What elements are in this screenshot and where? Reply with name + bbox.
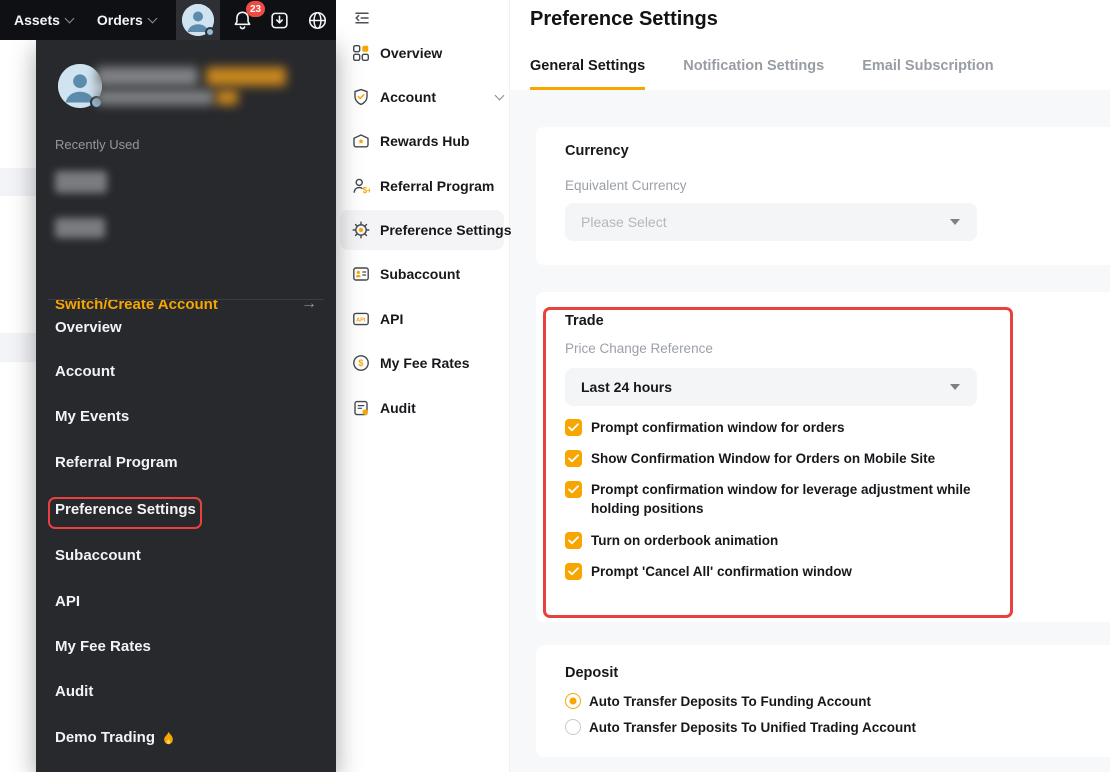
settings-tabs: General Settings Notification Settings E… <box>530 58 994 90</box>
api-icon: API <box>352 310 370 328</box>
tab-notification-settings[interactable]: Notification Settings <box>683 58 824 90</box>
panel-item-my-fee-rates[interactable]: My Fee Rates <box>55 637 151 657</box>
radio-auto-transfer-funding[interactable]: Auto Transfer Deposits To Funding Accoun… <box>565 693 871 709</box>
chevron-down-icon <box>147 13 157 23</box>
radio-selected-icon[interactable] <box>565 693 581 709</box>
panel-item-api[interactable]: API <box>55 592 80 612</box>
account-dropdown-panel: Recently Used Switch/Create Account → Ov… <box>36 40 336 772</box>
language-globe-button[interactable] <box>299 0 336 40</box>
trade-heading: Trade <box>565 313 604 329</box>
nav-assets-menu[interactable]: Assets <box>0 0 85 40</box>
panel-item-audit[interactable]: Audit <box>55 682 93 702</box>
sidebar-item-api[interactable]: API API <box>352 307 403 331</box>
trade-card: Trade Price Change Reference Last 24 hou… <box>536 292 1110 622</box>
nav-orders-menu[interactable]: Orders <box>85 0 168 40</box>
sidebar-item-my-fee-rates[interactable]: $ My Fee Rates <box>352 351 469 375</box>
gear-icon <box>352 221 370 239</box>
price-change-reference-label: Price Change Reference <box>565 341 713 356</box>
checkbox-checked-icon[interactable] <box>565 532 582 549</box>
svg-text:$: $ <box>358 358 363 368</box>
panel-item-my-events[interactable]: My Events <box>55 407 129 427</box>
panel-item-subaccount[interactable]: Subaccount <box>55 546 141 566</box>
settings-body: Currency Equivalent Currency Please Sele… <box>510 90 1110 772</box>
panel-item-account[interactable]: Account <box>55 362 115 382</box>
sidebar-item-audit[interactable]: Audit <box>352 396 416 420</box>
recently-used-item-blurred[interactable] <box>55 218 105 238</box>
equivalent-currency-select[interactable]: Please Select <box>565 203 977 241</box>
arrow-right-icon: → <box>301 295 317 313</box>
fee-icon: $ <box>352 354 370 372</box>
recently-used-label: Recently Used <box>55 137 140 152</box>
checkbox-checked-icon[interactable] <box>565 450 582 467</box>
collapse-sidebar-button[interactable] <box>350 6 374 30</box>
switch-create-account-button[interactable]: Switch/Create Account → <box>55 295 317 313</box>
svg-text:API: API <box>356 317 366 323</box>
sidebar-item-account[interactable]: Account <box>352 85 436 109</box>
divider <box>48 299 324 300</box>
audit-icon <box>352 399 370 417</box>
user-avatar-icon <box>182 4 214 36</box>
nav-orders-label: Orders <box>97 12 143 28</box>
checkbox-prompt-confirmation-orders[interactable]: Prompt confirmation window for orders <box>565 418 1017 437</box>
background-page-row <box>0 333 36 362</box>
sidebar-item-rewards-hub[interactable]: Rewards Hub <box>352 129 469 153</box>
currency-card: Currency Equivalent Currency Please Sele… <box>536 127 1110 265</box>
price-change-reference-select[interactable]: Last 24 hours <box>565 368 977 406</box>
checkbox-cancel-all-confirmation[interactable]: Prompt 'Cancel All' confirmation window <box>565 562 1017 581</box>
checkbox-checked-icon[interactable] <box>565 481 582 498</box>
blurred-user-tag <box>216 90 238 105</box>
globe-icon <box>307 10 328 31</box>
radio-auto-transfer-unified[interactable]: Auto Transfer Deposits To Unified Tradin… <box>565 719 916 735</box>
subaccount-icon <box>352 265 370 283</box>
select-placeholder: Please Select <box>581 214 667 230</box>
radio-unselected-icon[interactable] <box>565 719 581 735</box>
deposit-card: Deposit Auto Transfer Deposits To Fundin… <box>536 645 1110 757</box>
download-app-button[interactable] <box>261 0 298 40</box>
sidebar-item-overview[interactable]: Overview <box>352 41 442 65</box>
panel-item-demo-trading[interactable]: Demo Trading <box>55 728 175 748</box>
flame-icon <box>162 731 175 746</box>
panel-item-overview[interactable]: Overview <box>55 318 122 338</box>
checkbox-orderbook-animation[interactable]: Turn on orderbook animation <box>565 531 1017 550</box>
blurred-user-id <box>96 90 214 105</box>
rewards-icon <box>352 132 370 150</box>
settings-sidebar: Overview Account Rewards Hub $+ Referral… <box>336 0 510 772</box>
background-page-row <box>0 168 36 196</box>
notifications-button[interactable]: 23 <box>224 0 261 40</box>
dropdown-arrow-icon <box>950 219 960 225</box>
account-avatar-button[interactable] <box>176 0 220 40</box>
svg-text:$+: $+ <box>363 186 370 195</box>
currency-heading: Currency <box>565 143 629 159</box>
equivalent-currency-label: Equivalent Currency <box>565 178 687 193</box>
referral-icon: $+ <box>352 177 370 195</box>
nav-assets-label: Assets <box>14 12 60 28</box>
sidebar-item-preference-settings[interactable]: Preference Settings <box>352 218 512 242</box>
collapse-sidebar-icon <box>353 9 371 27</box>
recently-used-item-blurred[interactable] <box>55 171 107 193</box>
download-icon <box>269 10 290 31</box>
tab-email-subscription[interactable]: Email Subscription <box>862 58 993 90</box>
main-content: Preference Settings General Settings Not… <box>510 0 1110 772</box>
checkbox-checked-icon[interactable] <box>565 419 582 436</box>
top-navbar: Assets Orders 23 <box>0 0 336 40</box>
checkbox-checked-icon[interactable] <box>565 563 582 580</box>
sidebar-item-referral-program[interactable]: $+ Referral Program <box>352 174 494 198</box>
checkbox-leverage-adjustment[interactable]: Prompt confirmation window for leverage … <box>565 480 1017 518</box>
select-value: Last 24 hours <box>581 379 672 395</box>
page-title: Preference Settings <box>530 8 718 31</box>
sidebar-item-subaccount[interactable]: Subaccount <box>352 262 460 286</box>
checkbox-show-confirmation-mobile[interactable]: Show Confirmation Window for Orders on M… <box>565 449 1017 468</box>
avatar-status-dot <box>205 27 215 37</box>
blurred-account-badge <box>206 67 286 86</box>
chevron-down-icon <box>64 13 74 23</box>
tab-general-settings[interactable]: General Settings <box>530 58 645 90</box>
shield-icon <box>352 88 370 106</box>
chevron-down-icon <box>495 91 505 101</box>
blurred-username <box>96 67 198 86</box>
panel-item-referral-program[interactable]: Referral Program <box>55 453 178 473</box>
grid-icon <box>352 44 370 62</box>
dropdown-arrow-icon <box>950 384 960 390</box>
panel-item-preference-settings[interactable]: Preference Settings <box>55 500 196 520</box>
deposit-heading: Deposit <box>565 665 618 681</box>
